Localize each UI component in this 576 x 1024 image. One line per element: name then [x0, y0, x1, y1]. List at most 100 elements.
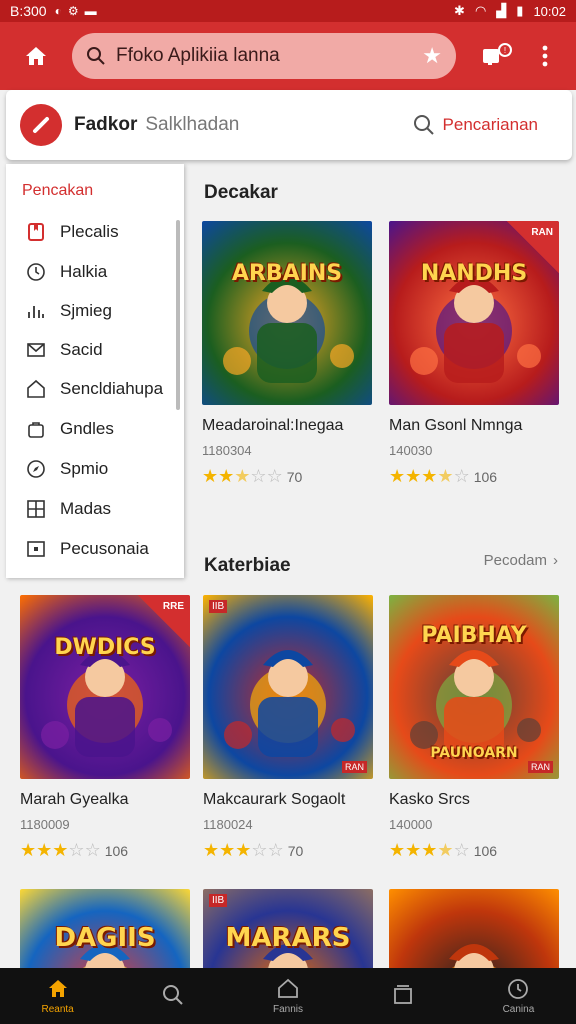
search-input[interactable]: Ffoko Aplikiia lanna [116, 45, 422, 67]
drawer-item-8[interactable]: Pecusonaia [26, 537, 149, 561]
game-card[interactable]: DWDICS RRE Marah Gyealka 1180009 ★ ★ ★ ☆ ☆ 106 [20, 595, 190, 861]
chart-icon [26, 301, 46, 321]
star-empty-icon: ☆ [266, 466, 283, 486]
bottom-nav: Reanta Fannis Canina [0, 968, 576, 1024]
square-icon [26, 539, 46, 559]
game-cover-art[interactable]: IIB RAN [203, 595, 373, 779]
star-empty-icon: ☆ [250, 466, 267, 486]
nav-item-0[interactable]: Reanta [0, 968, 115, 1024]
drawer-item-0[interactable]: Plecalis [26, 220, 119, 244]
status-bar: B:300 ◐ ⚙ ▬ ✱ ◠ ▟ ▮ 10:02 [0, 0, 576, 22]
nav-item-2[interactable]: Fannis [230, 968, 345, 1024]
game-rating: ★ ★ ★ ☆ ☆ 106 [20, 840, 190, 861]
status-time-right: 10:02 [533, 3, 566, 19]
status-right: ✱ ◠ ▟ ▮ 10:02 [454, 3, 566, 19]
drawer-item-label: Pecusonaia [60, 539, 149, 558]
status-time-left: B:300 [10, 3, 47, 19]
drawer-item-6[interactable]: Spmio [26, 457, 108, 481]
star-full-icon: ★ [52, 840, 69, 860]
rating-value: 106 [473, 468, 498, 485]
game-cover-art[interactable]: DWDICS RRE [20, 595, 190, 779]
grid-icon [26, 499, 46, 519]
notification-icon: ◐ [54, 4, 62, 18]
nav-item-3[interactable] [346, 968, 461, 1024]
status-icons: ◐ ⚙ ▬ [55, 4, 97, 18]
star-icon[interactable]: ★ [422, 43, 442, 69]
search-bar[interactable]: Ffoko Aplikiia lanna ★ [72, 33, 456, 79]
search-icon [162, 984, 183, 1005]
chevron-right-icon: › [553, 552, 558, 569]
tabs-icon [394, 984, 413, 1004]
game-card[interactable]: IIB RAN Makcaurark Sogaolt 1180024 ★ ★ ★ ☆ ☆ 70 [203, 595, 373, 861]
side-drawer: Pencakan Plecalis Halkia Sjmieg Sacid Sencld… [6, 164, 184, 578]
game-cover-art[interactable]: NANDHS RAN [389, 221, 559, 405]
game-cover-art[interactable]: ARBAINS [202, 221, 372, 405]
drawer-item-4[interactable]: Sencldiahupa [26, 377, 163, 401]
star-full-icon: ★ [421, 466, 438, 486]
bluetooth-icon: ✱ [454, 3, 465, 18]
search-icon [413, 115, 434, 135]
more-vert-icon [542, 45, 548, 67]
drawer-item-7[interactable]: Madas [26, 497, 111, 521]
game-rating: ★ ★ ★ ☆ ☆ 70 [203, 840, 373, 861]
star-empty-icon: ☆ [84, 840, 101, 860]
game-sub-logo-text: PAUNOARN [430, 745, 518, 761]
game-rating: ★ ★ ★ ☆ ☆ 70 [202, 466, 372, 487]
game-card[interactable]: NANDHS RAN Man Gsonl Nmnga 140030 ★ ★ ★ ★ ☆ 106 [389, 221, 559, 487]
game-rating: ★ ★ ★ ★ ☆ 106 [389, 840, 559, 861]
drawer-item-label: Plecalis [60, 222, 119, 241]
header-title: Fadkor [74, 114, 138, 135]
star-half-icon: ★ [437, 466, 454, 486]
game-meta: 140030 [389, 443, 433, 458]
overflow-menu-button[interactable] [530, 36, 560, 76]
bookmark-icon [26, 222, 46, 242]
star-full-icon: ★ [421, 840, 438, 860]
drawer-item-label: Sjmieg [60, 301, 112, 320]
star-empty-icon: ☆ [251, 840, 268, 860]
corner-tag: IIB [209, 894, 228, 907]
see-all-link[interactable]: Pecodam › [484, 552, 558, 569]
signal-icon: ▟ [496, 3, 507, 18]
drawer-item-1[interactable]: Halkia [26, 260, 107, 284]
game-card[interactable]: PAIBHAY RAN PAUNOARN Kasko Srcs 140000 ★ ★ ★ ★ ☆ 1… [389, 595, 559, 861]
game-card[interactable]: ARBAINS Meadaroinal:Inegaa 1180304 ★ ★ ★ ☆ ☆ 70 [202, 221, 372, 487]
bottom-tag: RAN [527, 761, 553, 773]
rating-value: 106 [104, 842, 129, 859]
mail-icon: ▬ [84, 4, 97, 18]
game-logo-text: MARARS [225, 923, 351, 953]
drawer-item-5[interactable]: Gndles [26, 417, 114, 441]
star-full-icon: ★ [219, 840, 236, 860]
rating-value: 70 [286, 468, 303, 485]
star-full-icon: ★ [20, 840, 37, 860]
header-subtitle: Salklhadan [145, 114, 240, 135]
game-rating: ★ ★ ★ ★ ☆ 106 [389, 466, 559, 487]
drawer-item-label: Spmio [60, 459, 109, 478]
star-full-icon: ★ [389, 466, 406, 486]
house-icon [26, 379, 46, 399]
game-cover-art[interactable]: PAIBHAY RAN PAUNOARN [389, 595, 559, 779]
home-button[interactable] [14, 34, 58, 78]
drawer-item-label: Sencldiahupa [60, 379, 164, 398]
nav-item-4[interactable]: Canina [461, 968, 576, 1024]
star-full-icon: ★ [405, 466, 422, 486]
game-name: Makcaurark Sogaolt [203, 791, 346, 808]
rating-value: 106 [473, 842, 498, 859]
nav-item-1[interactable] [115, 968, 230, 1024]
app-bar: Ffoko Aplikiia lanna ★ ! [0, 22, 576, 90]
drawer-scrollbar[interactable] [176, 220, 180, 410]
star-empty-icon: ☆ [453, 466, 470, 486]
corner-tag: RRE [162, 601, 184, 612]
header-search-button[interactable]: Pencarianan [413, 114, 538, 136]
bag-icon [26, 419, 46, 439]
star-full-icon: ★ [389, 840, 406, 860]
nav-label: Fannis [273, 1004, 304, 1015]
home-icon [48, 980, 67, 997]
drawer-item-2[interactable]: Sjmieg [26, 299, 112, 323]
mail-icon [26, 340, 46, 360]
star-full-icon: ★ [218, 466, 235, 486]
star-full-icon: ★ [202, 466, 219, 486]
drawer-item-3[interactable]: Sacid [26, 338, 103, 362]
star-empty-icon: ☆ [68, 840, 85, 860]
star-empty-icon: ☆ [453, 840, 470, 860]
tabs-button[interactable]: ! [476, 39, 512, 73]
